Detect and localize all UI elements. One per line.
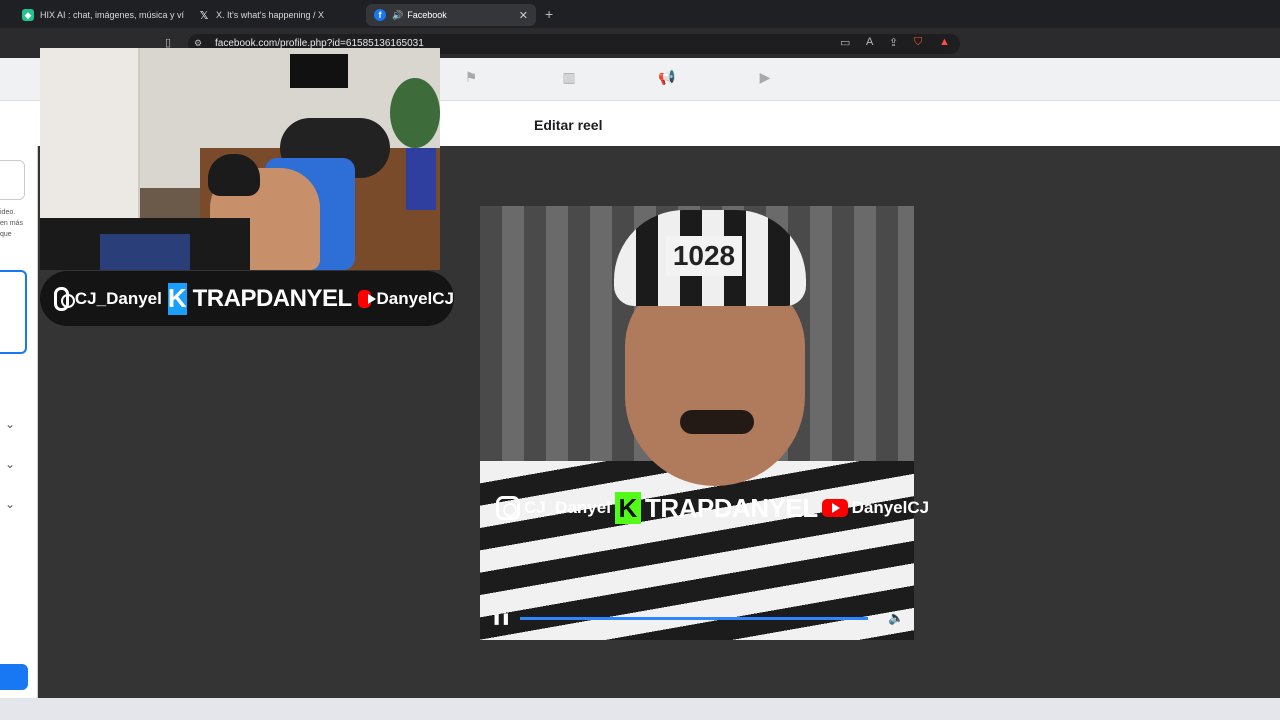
instagram-icon <box>54 286 75 311</box>
close-tab-icon[interactable]: ✕ <box>519 9 528 22</box>
hix-icon: ◆ <box>22 9 34 21</box>
tab-x[interactable]: 𝕏 X. It's what's happening / X <box>190 4 360 26</box>
selected-option-card[interactable] <box>0 270 27 354</box>
megaphone-icon[interactable]: 📢 <box>658 69 676 87</box>
facebook-icon: f <box>374 9 386 21</box>
help-text-line: que <box>0 231 12 238</box>
cast-icon[interactable]: ▭ <box>840 36 850 49</box>
bottom-bar <box>0 698 1280 720</box>
tab-hix-ai[interactable]: ◆ HIX AI : chat, imágenes, música y víde <box>14 4 184 26</box>
tab-label: Facebook <box>407 10 447 20</box>
webcam-plant <box>390 78 440 148</box>
instagram-handle: CJ_Danyel <box>74 288 162 308</box>
brave-shield-icon[interactable]: ⛉ <box>914 36 922 49</box>
share-icon[interactable]: ⇪ <box>889 36 898 49</box>
kick-name: TRAPDANYEL <box>644 492 818 523</box>
translate-icon[interactable]: A <box>866 36 873 48</box>
webcam-feed <box>40 48 440 270</box>
chevron-down-icon[interactable]: ⌄ <box>5 497 15 511</box>
modal-title: Editar reel <box>534 117 603 133</box>
chevron-down-icon[interactable]: ⌄ <box>5 417 15 431</box>
kick-icon: K <box>167 282 187 315</box>
insights-icon[interactable]: ▥ <box>560 69 578 87</box>
browser-tab-bar: ◆ HIX AI : chat, imágenes, música y víde… <box>0 0 1280 28</box>
video-face <box>625 276 805 486</box>
x-icon: 𝕏 <box>199 9 209 22</box>
webcam-vase <box>406 148 436 210</box>
rewards-icon[interactable]: ▲ <box>939 36 950 48</box>
help-text-line: ideo. <box>0 209 16 216</box>
video-social-overlay: CJ_Danyel K TRAPDANYEL DanyelCJ <box>496 488 929 528</box>
instagram-icon <box>496 496 520 520</box>
video-progress-bar[interactable] <box>520 617 872 620</box>
help-text-line: en más <box>0 220 23 227</box>
instagram-handle: CJ_Danyel <box>524 498 611 517</box>
tab-label: X. It's what's happening / X <box>216 10 324 20</box>
streamer-social-banner: CJ_Danyel K TRAPDANYEL DanyelCJ <box>40 271 454 326</box>
webcam-monitor <box>100 234 190 270</box>
youtube-name: DanyelCJ <box>851 498 930 517</box>
tab-facebook[interactable]: f 🔊 Facebook ✕ <box>366 4 536 26</box>
speaker-icon: 🔊 <box>392 9 404 20</box>
flag-icon[interactable]: ⚑ <box>462 69 480 87</box>
pause-icon[interactable]: ❚❚ <box>492 612 510 625</box>
primary-button[interactable] <box>0 664 28 690</box>
webcam-tv <box>290 54 348 88</box>
new-tab-icon[interactable]: + <box>545 6 553 22</box>
chevron-down-icon[interactable]: ⌄ <box>5 457 15 471</box>
cap-number: 1028 <box>666 236 742 276</box>
tab-label: HIX AI : chat, imágenes, música y víde <box>40 10 184 20</box>
kick-name: TRAPDANYEL <box>192 284 353 312</box>
video-icon[interactable]: ▶ <box>756 69 774 87</box>
reel-video[interactable]: 1028 <box>480 206 914 640</box>
description-field[interactable] <box>0 160 25 200</box>
video-progress-fill <box>520 617 869 620</box>
video-mustache <box>680 410 754 434</box>
youtube-icon <box>357 289 376 308</box>
help-text: ideo. en más que <box>0 207 23 240</box>
webcam-head <box>208 154 260 196</box>
kick-icon: K <box>614 492 641 524</box>
youtube-name: DanyelCJ <box>376 288 454 308</box>
volume-icon[interactable]: 🔈 <box>888 610 904 626</box>
youtube-icon <box>821 499 848 517</box>
